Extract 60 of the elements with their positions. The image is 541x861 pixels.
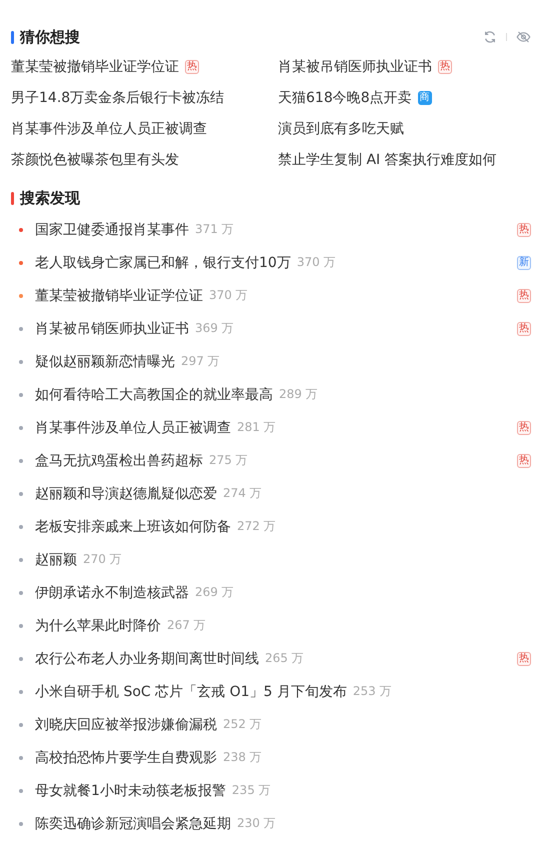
search-count: 235 万 (232, 782, 271, 799)
search-count: 275 万 (209, 452, 248, 469)
tag-badge: 热 (185, 60, 199, 74)
search-count: 238 万 (223, 749, 262, 766)
trend-link[interactable]: 董某莹被撤销毕业证学位证 (35, 286, 203, 304)
suggestion-link[interactable]: 男子14.8万卖金条后银行卡被冻结 (11, 88, 224, 106)
hide-icon[interactable] (516, 30, 531, 44)
tag-badge: 热 (517, 222, 531, 236)
trend-link[interactable]: 赵丽颖 (35, 550, 77, 568)
tag-badge: 热 (517, 322, 531, 336)
tag-badge: 热 (517, 288, 531, 302)
trend-link[interactable]: 国家卫健委通报肖某事件 (35, 220, 189, 238)
trend-link[interactable]: 刘晓庆回应被举报涉嫌偷漏税 (35, 716, 217, 734)
suggestion-link[interactable]: 天猫618今晚8点开卖 (278, 88, 412, 106)
suggestion-link[interactable]: 董某莹被撤销毕业证学位证 (11, 58, 179, 76)
section-title: 搜索发现 (20, 188, 80, 208)
search-count: 370 万 (296, 254, 336, 271)
trend-link[interactable]: 老人取钱身亡家属已和解，银行支付10万 (35, 254, 291, 272)
trend-link[interactable]: 肖某被吊销医师执业证书 (35, 320, 189, 338)
search-count: 297 万 (181, 353, 220, 370)
search-count: 252 万 (223, 716, 262, 733)
tag-badge: 新 (517, 256, 531, 270)
trend-link[interactable]: 盒马无抗鸡蛋检出兽药超标 (35, 452, 203, 470)
tag-badge: 热 (517, 420, 531, 434)
trend-link[interactable]: 小米自研手机 SoC 芯片「玄戒 O1」5 月下旬发布 (35, 682, 347, 700)
trend-link[interactable]: 赵丽颖和导演赵德胤疑似恋爱 (35, 484, 217, 502)
trend-link[interactable]: 陈奕迅确诊新冠演唱会紧急延期 (35, 814, 231, 832)
search-count: 230 万 (237, 815, 276, 832)
search-count: 369 万 (195, 320, 234, 337)
section-title: 猜你想搜 (20, 28, 80, 46)
refresh-icon[interactable] (483, 30, 497, 44)
search-count: 272 万 (237, 518, 276, 535)
search-count: 281 万 (237, 419, 276, 436)
trend-link[interactable]: 母女就餐1小时未动筷老板报警 (35, 782, 226, 800)
trend-link[interactable]: 农行公布老人办业务期间离世时间线 (35, 650, 259, 668)
search-count: 370 万 (209, 287, 248, 304)
search-count: 267 万 (167, 617, 206, 634)
trend-link[interactable]: 老板安排亲戚来上班该如何防备 (35, 518, 231, 536)
trend-link[interactable]: 伊朗承诺永不制造核武器 (35, 584, 189, 602)
suggestion-link[interactable]: 肖某事件涉及单位人员正被调查 (11, 120, 207, 138)
suggestion-link[interactable]: 禁止学生复制 AI 答案执行难度如何 (278, 150, 497, 168)
trend-link[interactable]: 疑似赵丽颖新恋情曝光 (35, 352, 175, 370)
search-count: 289 万 (279, 386, 318, 403)
search-count: 253 万 (352, 683, 392, 700)
search-count: 270 万 (83, 551, 122, 568)
suggestion-link[interactable]: 演员到底有多吃天赋 (278, 120, 404, 138)
search-count: 269 万 (195, 584, 234, 601)
tag-badge: 热 (517, 454, 531, 468)
tag-badge: 热 (438, 60, 452, 74)
tag-badge: 热 (517, 652, 531, 666)
suggestion-link[interactable]: 肖某被吊销医师执业证书 (278, 58, 432, 76)
trend-link[interactable]: 肖某事件涉及单位人员正被调查 (35, 418, 231, 436)
tag-badge: 商 (418, 90, 432, 104)
search-count: 265 万 (265, 650, 304, 667)
trend-link[interactable]: 高校拍恐怖片要学生自费观影 (35, 748, 217, 766)
search-count: 371 万 (195, 221, 234, 238)
trend-link[interactable]: 为什么苹果此时降价 (35, 616, 161, 634)
trend-link[interactable]: 如何看待哈工大高教国企的就业率最高 (35, 386, 273, 404)
search-count: 274 万 (223, 485, 262, 502)
suggestion-link[interactable]: 茶颜悦色被曝茶包里有头发 (11, 150, 179, 168)
